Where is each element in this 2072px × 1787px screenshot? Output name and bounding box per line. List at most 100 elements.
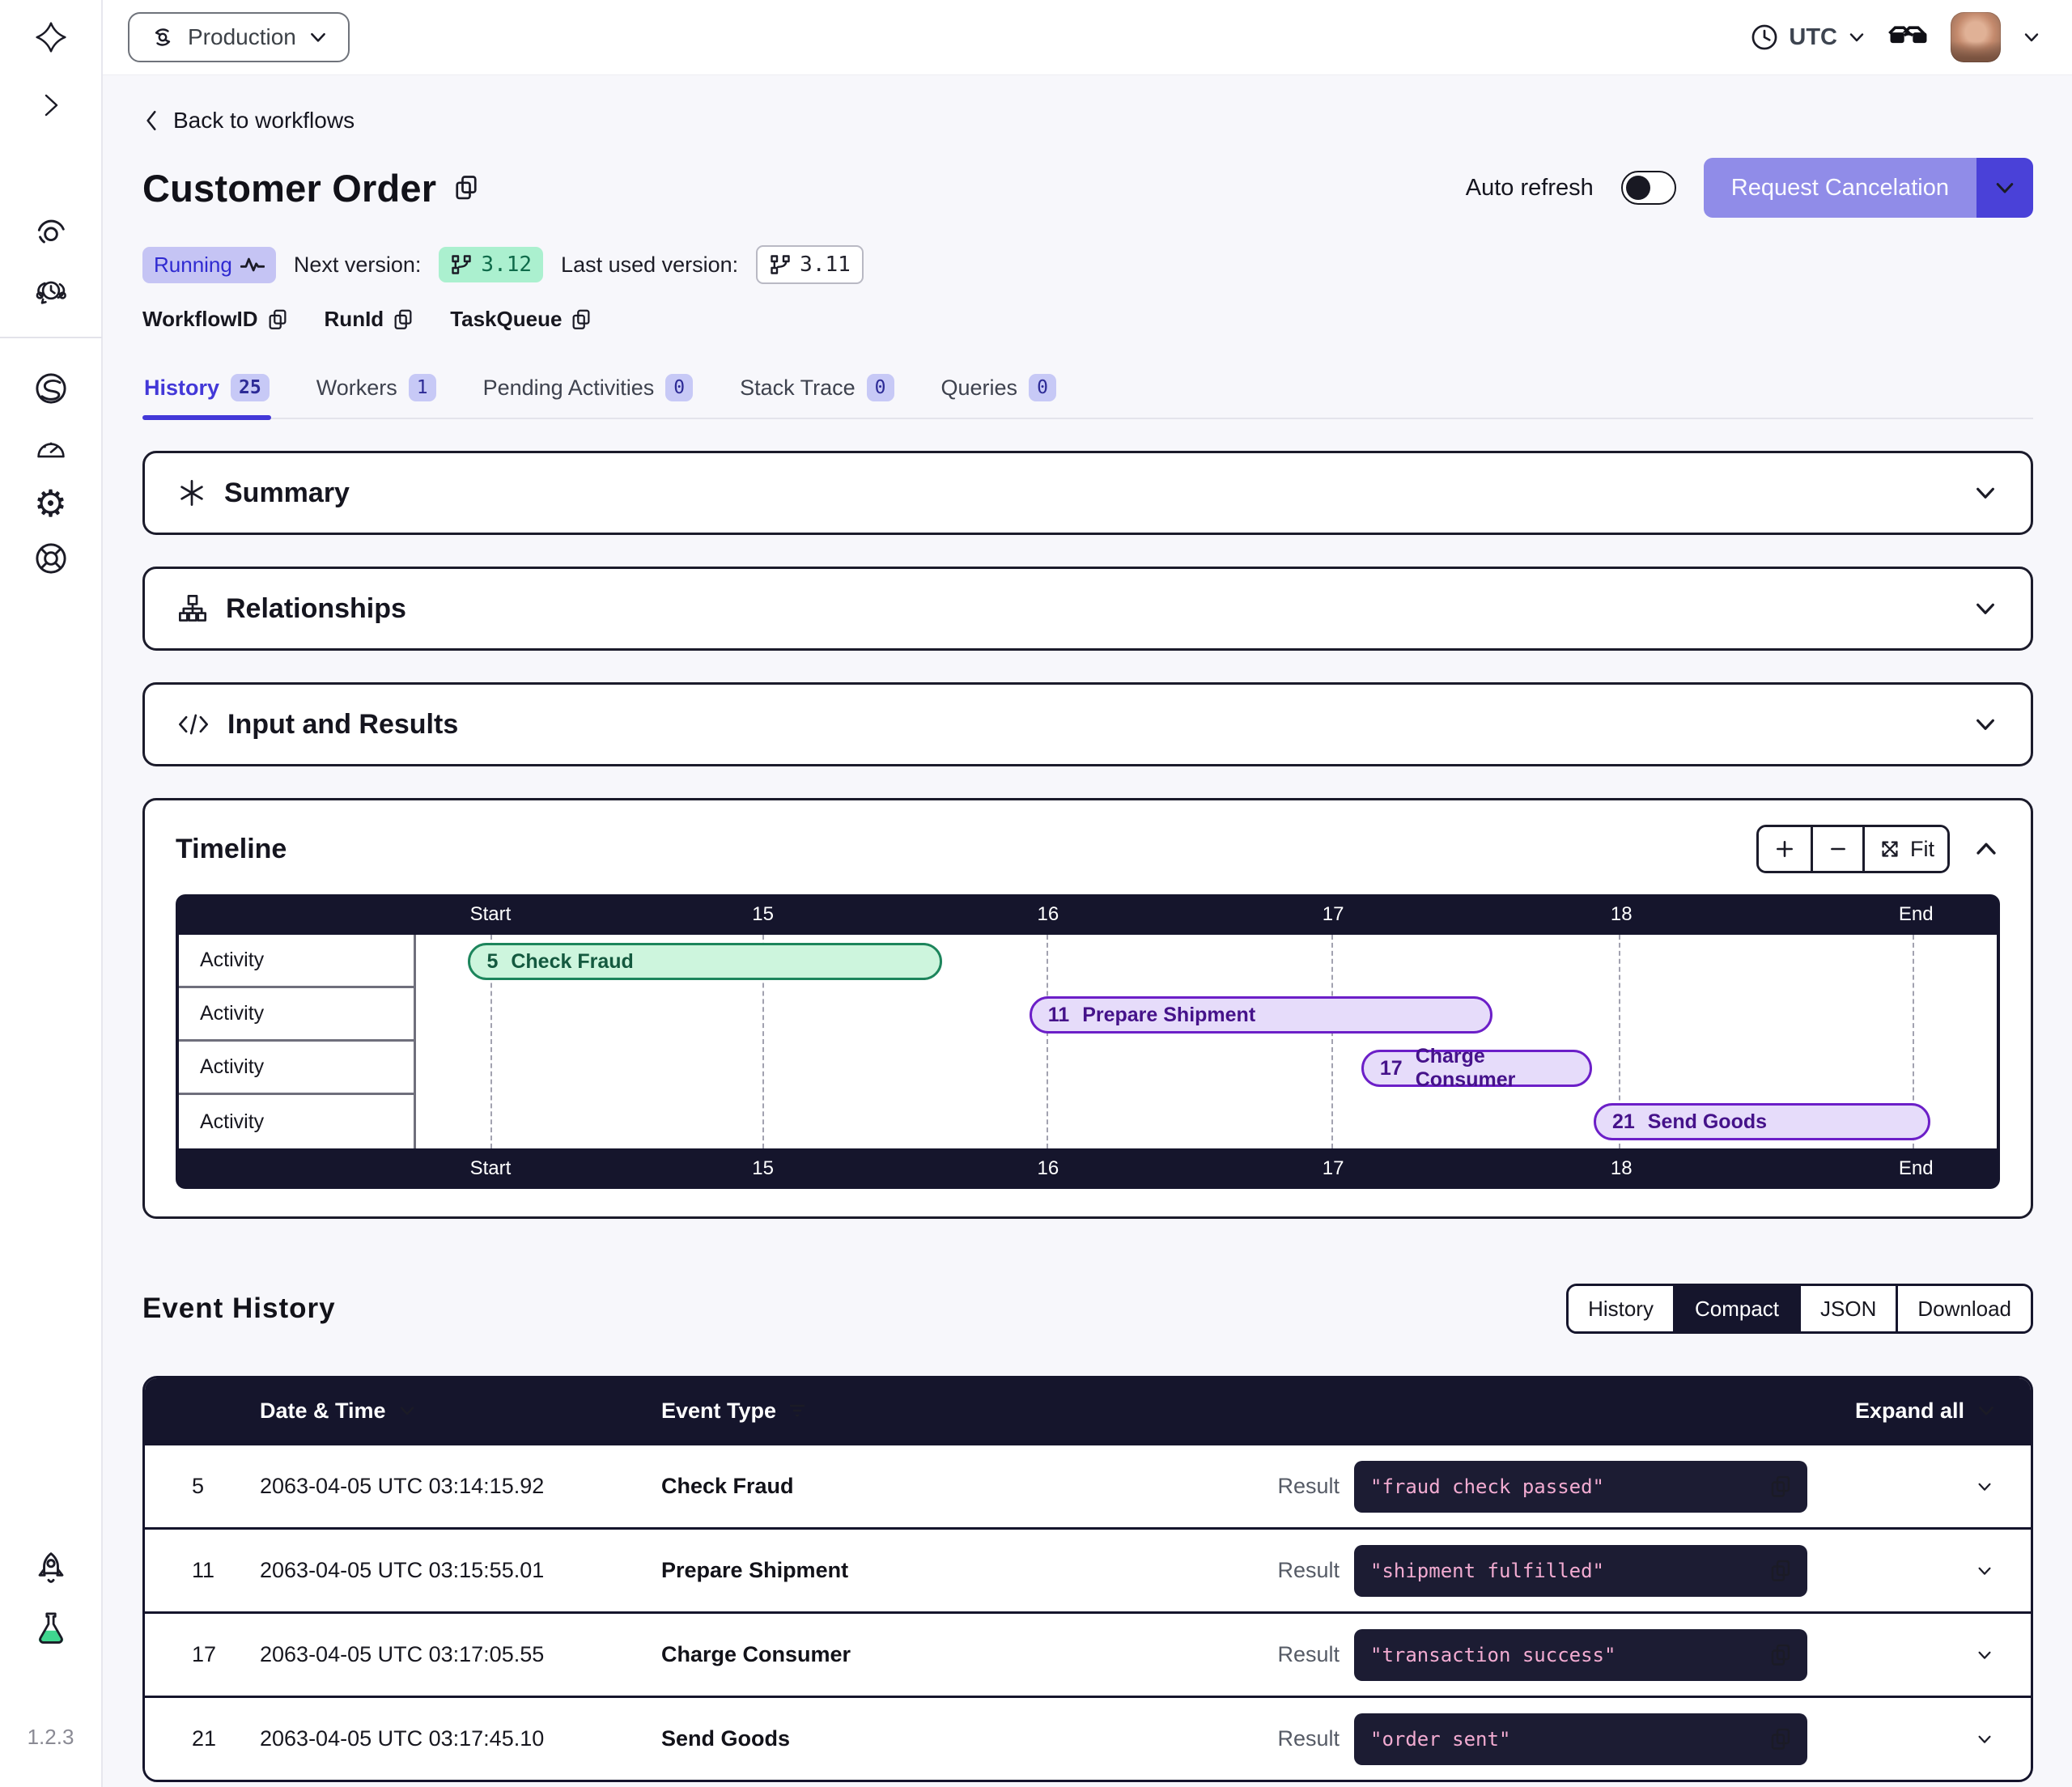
event-history-title: Event History (142, 1292, 336, 1325)
copy-result-icon[interactable] (1768, 1726, 1793, 1752)
chevron-down-icon[interactable] (1972, 596, 1998, 622)
filter-event-type-header[interactable]: Event Type (661, 1399, 1082, 1424)
section-title: Summary (224, 478, 350, 509)
git-branch-icon (769, 253, 792, 276)
workflow-id-copy[interactable]: WorkflowID (142, 307, 289, 332)
expand-row-chevron-icon[interactable] (1976, 1642, 2002, 1668)
axis-tick: 16 (1037, 1157, 1059, 1180)
view-json-button[interactable]: JSON (1798, 1286, 1896, 1331)
namespaces-icon[interactable] (33, 215, 69, 251)
tab-history[interactable]: History25 (142, 369, 271, 418)
result-value-pill[interactable]: "shipment fulfilled" (1354, 1545, 1807, 1597)
download-button[interactable]: Download (1896, 1286, 2031, 1331)
workflow-id-label: WorkflowID (142, 307, 258, 332)
timeline-chart: Start 15 16 17 18 End Activity Activity … (176, 894, 2000, 1189)
summary-section[interactable]: Summary (142, 451, 2033, 535)
nexus-icon[interactable] (33, 371, 69, 406)
event-id: 11 (192, 1558, 260, 1583)
axis-tick: 15 (752, 903, 774, 926)
result-value-pill[interactable]: "transaction success" (1354, 1629, 1807, 1681)
copy-title-icon[interactable] (452, 173, 480, 202)
toggle-knob (1626, 176, 1650, 200)
expand-row-chevron-icon[interactable] (1976, 1474, 2002, 1500)
usage-icon[interactable] (33, 429, 69, 465)
relationships-section[interactable]: Relationships (142, 567, 2033, 651)
support-lifebuoy-icon[interactable] (33, 541, 69, 576)
view-compact-button[interactable]: Compact (1673, 1286, 1798, 1331)
zoom-out-button[interactable] (1811, 827, 1862, 871)
timeline-row-label: Activity (179, 1095, 416, 1148)
event-row-send-goods[interactable]: 21 2063-04-05 UTC 03:17:45.10 Send Goods… (145, 1696, 2031, 1780)
tab-pending-activities[interactable]: Pending Activities0 (482, 369, 694, 418)
timeline-row-labels: Activity Activity Activity Activity (179, 935, 416, 1148)
expand-all-label: Expand all (1855, 1399, 1964, 1424)
event-history-table: Date & Time Event Type Expand all 5 2063… (142, 1376, 2033, 1782)
labs-flask-icon[interactable] (33, 1611, 69, 1647)
timeline-bar-send-goods[interactable]: 21Send Goods (1594, 1103, 1930, 1140)
app-version: 1.2.3 (28, 1725, 74, 1750)
chevron-down-icon[interactable] (1972, 711, 1998, 737)
expand-row-chevron-icon[interactable] (1976, 1558, 2002, 1584)
timeline-bar-charge-consumer[interactable]: 17Charge Consumer (1361, 1050, 1592, 1087)
axis-tick: 18 (1611, 903, 1633, 926)
result-value: "fraud check passed" (1370, 1475, 1604, 1498)
zoom-fit-button[interactable]: Fit (1862, 827, 1947, 871)
event-row-check-fraud[interactable]: 5 2063-04-05 UTC 03:14:15.92 Check Fraud… (145, 1443, 2031, 1527)
cancelation-menu-arrow[interactable] (1976, 158, 2033, 218)
result-value-pill[interactable]: "order sent" (1354, 1713, 1807, 1765)
namespace-selector[interactable]: Production (128, 12, 350, 62)
task-queue-copy[interactable]: TaskQueue (450, 307, 592, 332)
copy-result-icon[interactable] (1768, 1474, 1793, 1500)
expand-sidebar-icon[interactable] (33, 87, 69, 123)
request-cancelation-button[interactable]: Request Cancelation (1704, 158, 2033, 218)
gridline (1047, 935, 1048, 1148)
auto-refresh-toggle[interactable] (1621, 171, 1676, 205)
back-to-workflows-link[interactable]: Back to workflows (142, 108, 355, 134)
expand-row-chevron-icon[interactable] (1976, 1726, 2002, 1752)
result-label: Result (1277, 1726, 1354, 1751)
tab-workers[interactable]: Workers1 (315, 369, 438, 418)
timezone-selector[interactable]: UTC (1750, 23, 1866, 52)
event-row-charge-consumer[interactable]: 17 2063-04-05 UTC 03:17:05.55 Charge Con… (145, 1611, 2031, 1696)
copy-result-icon[interactable] (1768, 1642, 1793, 1668)
result-value-pill[interactable]: "fraud check passed" (1354, 1461, 1807, 1513)
chevron-down-icon (397, 1401, 417, 1420)
input-results-section[interactable]: Input and Results (142, 682, 2033, 766)
event-type: Prepare Shipment (661, 1558, 1082, 1583)
copy-icon (570, 308, 592, 332)
collapse-timeline-chevron-icon[interactable] (1972, 835, 2000, 863)
axis-tick: End (1899, 1157, 1934, 1180)
datetime-column-label: Date & Time (260, 1399, 386, 1424)
sort-datetime-header[interactable]: Date & Time (260, 1399, 661, 1424)
namespace-name: Production (188, 24, 296, 50)
user-menu-chevron-icon[interactable] (2022, 28, 2041, 47)
chevron-down-icon (1976, 1400, 1997, 1421)
schedules-icon[interactable] (33, 274, 69, 309)
event-type: Charge Consumer (661, 1642, 1082, 1667)
run-id-copy[interactable]: RunId (325, 307, 415, 332)
user-avatar[interactable] (1951, 12, 2001, 62)
timeline-bar-check-fraud[interactable]: 5Check Fraud (468, 943, 942, 980)
zoom-in-button[interactable] (1759, 827, 1811, 871)
event-row-prepare-shipment[interactable]: 11 2063-04-05 UTC 03:15:55.01 Prepare Sh… (145, 1527, 2031, 1611)
page-title: Customer Order (142, 166, 436, 210)
timeline-axis-top: Start 15 16 17 18 End (176, 894, 2000, 935)
hierarchy-icon (177, 593, 208, 624)
timeline-bar-prepare-shipment[interactable]: 11Prepare Shipment (1030, 996, 1492, 1034)
temporal-logo-icon[interactable] (33, 19, 69, 55)
labs-glasses-icon[interactable] (1887, 22, 1930, 53)
tab-count: 0 (1029, 374, 1056, 401)
copy-result-icon[interactable] (1768, 1558, 1793, 1584)
tab-stack-trace[interactable]: Stack Trace0 (738, 369, 895, 418)
tab-queries[interactable]: Queries0 (940, 369, 1058, 418)
request-cancelation-label[interactable]: Request Cancelation (1704, 158, 1976, 218)
back-link-label: Back to workflows (173, 108, 355, 134)
getting-started-rocket-icon[interactable] (33, 1551, 69, 1587)
expand-all-button[interactable]: Expand all (1855, 1399, 2002, 1424)
chevron-down-icon[interactable] (1972, 480, 1998, 506)
last-version-label: Last used version: (561, 253, 738, 278)
view-history-button[interactable]: History (1569, 1286, 1673, 1331)
last-version-badge: 3.11 (756, 245, 864, 284)
timeline-row-label: Activity (179, 935, 416, 988)
settings-gear-icon[interactable]: ⚙ (33, 486, 69, 521)
